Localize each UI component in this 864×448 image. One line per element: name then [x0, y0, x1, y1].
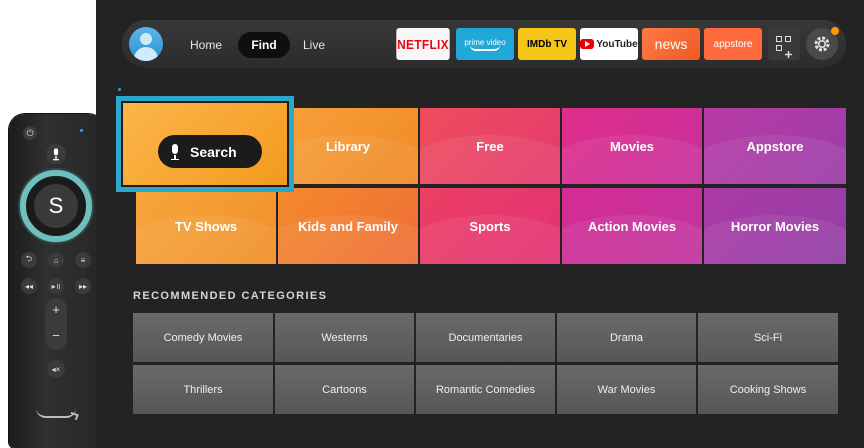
select-button[interactable]: S [34, 184, 78, 228]
tile-label: Library [325, 138, 371, 154]
screenshot-root: ⏻ S ⮌ ⌂ ≡ ◂◂ ▸॥ ▸▸ + − ◂× Home Find Live… [0, 0, 864, 448]
focus-indicator-dot [118, 88, 121, 91]
volume-down-label: − [52, 328, 60, 343]
recommended-categories-heading: RECOMMENDED CATEGORIES [133, 290, 328, 302]
tile-label: Movies [609, 138, 655, 154]
mic-icon [170, 143, 180, 160]
mute-icon: ◂× [51, 364, 61, 374]
volume-up-label: + [52, 302, 60, 317]
app-youtube[interactable]: YouTube [580, 28, 638, 60]
play-pause-button[interactable]: ▸॥ [48, 278, 64, 294]
category-war-movies[interactable]: War Movies [557, 365, 696, 414]
tile-free[interactable]: Free [420, 108, 560, 184]
category-cooking-shows[interactable]: Cooking Shows [698, 365, 838, 414]
tile-movies[interactable]: Movies [562, 108, 702, 184]
tile-label: Action Movies [587, 218, 677, 234]
app-netflix[interactable]: NETFLIX [396, 28, 450, 60]
search-button[interactable]: Search [158, 135, 262, 168]
tab-home[interactable]: Home [180, 32, 232, 58]
power-button[interactable]: ⏻ [23, 126, 37, 140]
tile-library[interactable]: Library [278, 108, 418, 184]
category-drama[interactable]: Drama [557, 313, 696, 362]
imdb-tv-logo-text: IMDb TV [527, 38, 567, 50]
category-sci-fi[interactable]: Sci-Fi [698, 313, 838, 362]
category-cartoons[interactable]: Cartoons [275, 365, 414, 414]
tile-label: TV Shows [174, 218, 238, 234]
category-documentaries[interactable]: Documentaries [416, 313, 555, 362]
gear-icon [814, 36, 830, 52]
tile-label: Free [476, 138, 504, 154]
category-thrillers[interactable]: Thrillers [133, 365, 273, 414]
mute-button[interactable]: ◂× [47, 360, 65, 378]
tile-label: Horror Movies [730, 218, 820, 234]
tile-sports[interactable]: Sports [420, 188, 560, 264]
tab-live[interactable]: Live [294, 32, 334, 58]
tile-label: Sports [469, 218, 511, 234]
top-navigation-bar: Home Find Live NETFLIX prime video IMDb … [122, 20, 846, 68]
tile-tv-shows[interactable]: TV Shows [136, 188, 276, 264]
netflix-logo-text: NETFLIX [397, 36, 449, 52]
app-prime-video[interactable]: prime video [456, 28, 514, 60]
fire-tv-screen: Home Find Live NETFLIX prime video IMDb … [96, 0, 864, 448]
app-imdb-tv[interactable]: IMDb TV [518, 28, 576, 60]
fire-tv-remote: ⏻ S ⮌ ⌂ ≡ ◂◂ ▸॥ ▸▸ + − ◂× [9, 114, 104, 448]
prime-smile-icon [470, 45, 500, 51]
rewind-button[interactable]: ◂◂ [21, 278, 37, 294]
search-label: Search [190, 143, 237, 160]
navigation-ring[interactable]: S [20, 170, 92, 242]
app-appstore[interactable]: appstore [704, 28, 762, 60]
youtube-play-icon [580, 39, 595, 49]
category-romantic-comedies[interactable]: Romantic Comedies [416, 365, 555, 414]
appstore-logo-text: appstore [713, 38, 753, 50]
remote-status-led [80, 129, 83, 132]
apps-grid-icon [776, 36, 792, 58]
settings-button[interactable] [806, 27, 839, 60]
mic-icon [53, 148, 60, 160]
menu-button[interactable]: ≡ [75, 252, 91, 268]
profile-avatar[interactable] [129, 27, 163, 61]
volume-rocker[interactable]: + − [45, 298, 67, 350]
category-westerns[interactable]: Westerns [275, 313, 414, 362]
category-comedy-movies[interactable]: Comedy Movies [133, 313, 273, 362]
tile-kids-and-family[interactable]: Kids and Family [278, 188, 418, 264]
youtube-logo-text: YouTube [596, 38, 638, 50]
app-news[interactable]: news [642, 28, 700, 60]
voice-mic-button[interactable] [46, 144, 66, 164]
back-button[interactable]: ⮌ [21, 252, 37, 268]
tab-find[interactable]: Find [238, 32, 290, 58]
tile-label: Appstore [746, 138, 804, 154]
tile-label: Kids and Family [298, 218, 398, 234]
tile-action-movies[interactable]: Action Movies [562, 188, 702, 264]
notification-dot [831, 27, 839, 35]
amazon-logo-icon [36, 408, 76, 418]
home-button[interactable]: ⌂ [48, 252, 64, 268]
tile-horror-movies[interactable]: Horror Movies [704, 188, 846, 264]
apps-grid-button[interactable] [768, 28, 800, 60]
news-logo-text: news [654, 36, 688, 52]
tile-appstore[interactable]: Appstore [704, 108, 846, 184]
select-button-label: S [48, 193, 64, 218]
tile-search-focused[interactable]: Search [116, 96, 294, 192]
fast-forward-button[interactable]: ▸▸ [75, 278, 91, 294]
